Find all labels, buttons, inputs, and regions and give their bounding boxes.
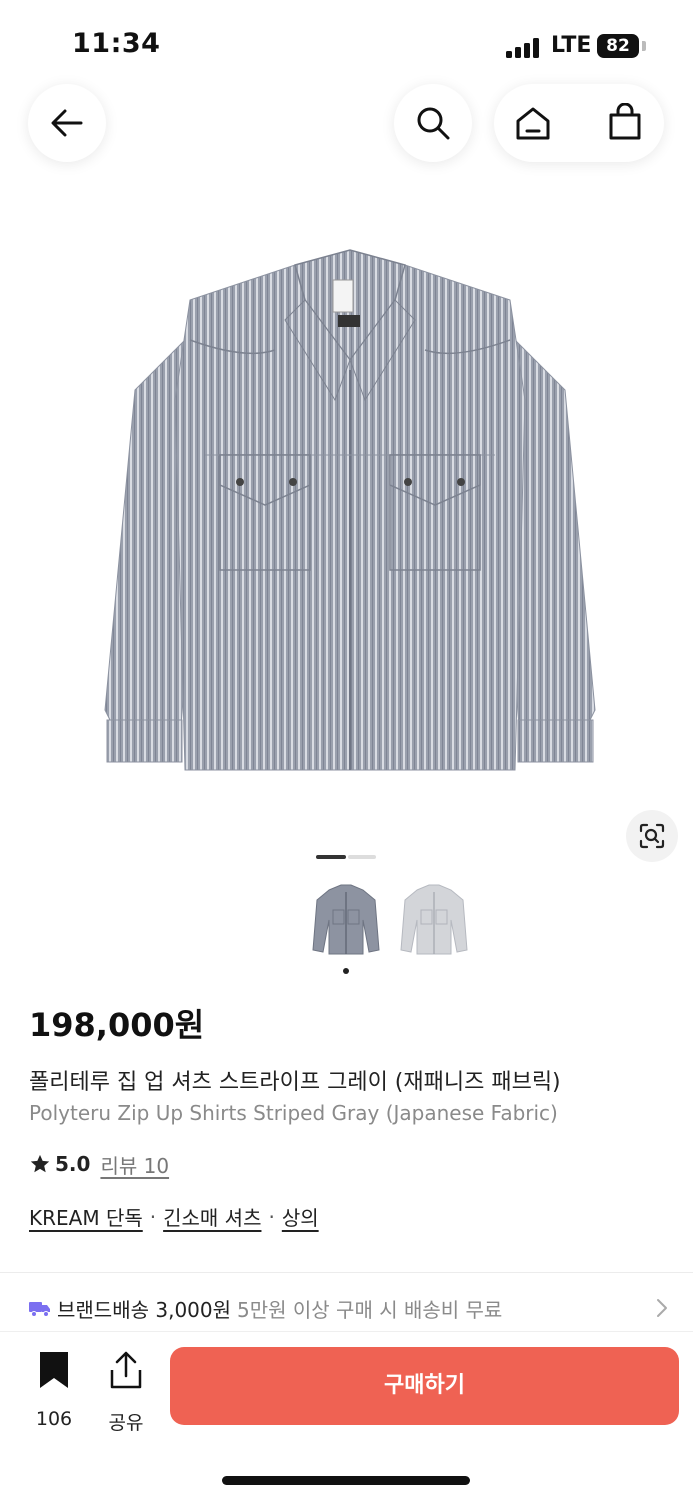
nav-pill — [494, 84, 664, 162]
star-icon — [30, 1154, 50, 1173]
thumbnail-2[interactable] — [399, 880, 469, 958]
arrow-left-icon — [49, 105, 85, 141]
home-icon[interactable] — [514, 105, 552, 141]
rating-row: 5.0 리뷰 10 — [29, 1150, 169, 1178]
gallery-indicator-active — [316, 855, 346, 859]
signal-icon — [506, 38, 542, 58]
bookmark-count: 106 — [35, 1408, 73, 1430]
shopping-bag-icon[interactable] — [606, 103, 644, 141]
shipping-label: 브랜드배송 3,000원 — [57, 1297, 232, 1322]
tag-separator: · — [268, 1204, 275, 1229]
network-type: LTE — [551, 33, 592, 58]
visual-search-button[interactable] — [626, 810, 678, 862]
status-bar: 11:34 LTE 82 — [0, 0, 693, 92]
chevron-right-icon — [657, 1299, 667, 1317]
tag-tops[interactable]: 상의 — [282, 1202, 319, 1231]
bookmark-icon — [40, 1352, 68, 1388]
bookmark-button[interactable]: 106 — [28, 1350, 80, 1430]
battery-level: 82 — [606, 36, 630, 56]
status-time: 11:34 — [72, 28, 161, 59]
section-divider — [0, 1272, 693, 1273]
product-price: 198,000원 — [29, 1006, 205, 1044]
tag-kream-exclusive[interactable]: KREAM 단독 — [29, 1202, 143, 1231]
tag-long-sleeve-shirt[interactable]: 긴소매 셔츠 — [163, 1202, 261, 1231]
gallery-indicator — [348, 855, 376, 859]
share-button[interactable]: 공유 — [100, 1350, 152, 1434]
bottom-action-bar: 106 공유 구매하기 — [0, 1332, 693, 1500]
share-label: 공유 — [108, 1412, 144, 1434]
back-button[interactable] — [28, 84, 106, 162]
product-name-korean: 폴리테루 집 업 셔츠 스트라이프 그레이 (재패니즈 패브릭) — [29, 1070, 561, 1095]
shipping-info-row[interactable]: 브랜드배송 3,000원 5만원 이상 구매 시 배송비 무료 — [29, 1292, 669, 1324]
product-main-image[interactable] — [95, 240, 605, 780]
review-link[interactable]: 리뷰 10 — [100, 1150, 169, 1179]
category-tags: KREAM 단독 · 긴소매 셔츠 · 상의 — [29, 1202, 319, 1231]
search-icon — [415, 105, 451, 141]
thumbnail-1[interactable] — [311, 880, 381, 958]
share-icon — [110, 1351, 142, 1389]
truck-icon — [29, 1302, 50, 1317]
visual-search-icon — [639, 823, 665, 849]
search-button[interactable] — [394, 84, 472, 162]
product-name-english: Polyteru Zip Up Shirts Striped Gray (Jap… — [29, 1101, 558, 1125]
battery-icon: 82 — [597, 34, 639, 58]
buy-button[interactable]: 구매하기 — [170, 1347, 679, 1425]
tag-separator: · — [149, 1204, 157, 1229]
home-indicator — [222, 1476, 470, 1485]
shipping-note: 5만원 이상 구매 시 배송비 무료 — [237, 1297, 503, 1322]
thumbnail-selected-dot — [343, 968, 349, 974]
battery-cap — [642, 41, 646, 51]
rating-score: 5.0 — [55, 1152, 91, 1176]
